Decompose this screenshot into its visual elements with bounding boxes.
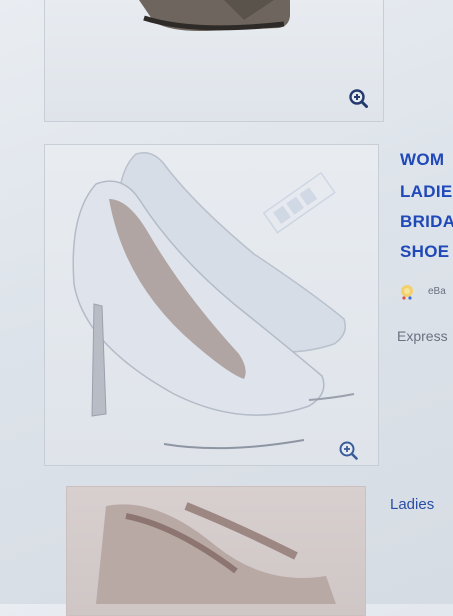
listing-title-line[interactable]: LADIE [400,182,453,202]
listing-title-line[interactable]: WOM [400,150,444,170]
listing-image[interactable] [44,0,384,40]
lightbulb-badge-icon [399,284,415,300]
magnifier-plus-icon[interactable] [338,440,358,460]
listing-title[interactable]: Ladies [390,496,434,513]
listing-image[interactable] [44,144,379,466]
listing-title-line[interactable]: BRIDA [400,212,453,232]
seller-name[interactable]: eBa [428,286,446,297]
magnifier-plus-icon[interactable] [348,88,368,108]
shipping-info: Express [397,328,448,344]
listing-title-line[interactable]: SHOE [400,242,449,262]
listing-image[interactable] [66,486,366,604]
